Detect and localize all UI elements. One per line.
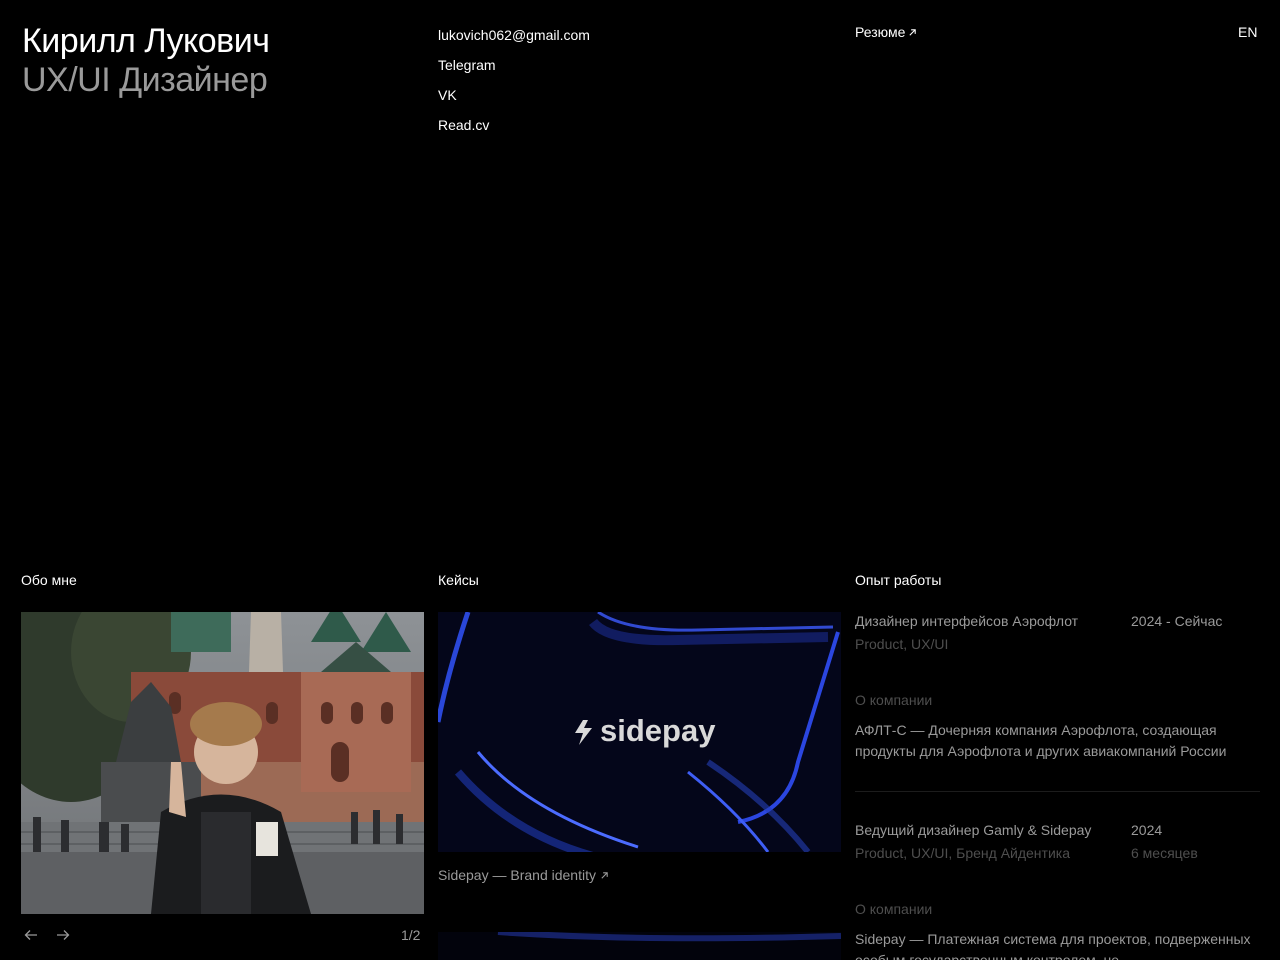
company-about-label: О компании (855, 692, 933, 708)
gallery-prev-button[interactable] (21, 925, 41, 945)
case-caption: Sidepay — Brand identity (438, 867, 596, 883)
portfolio-page: Кирилл Лукович UX/UI Дизайнер lukovich06… (0, 0, 1280, 960)
company-about-text: Sidepay — Платежная система для проектов… (855, 931, 1251, 960)
about-title: Обо мне (21, 572, 77, 588)
resume-link[interactable]: Резюме (855, 24, 917, 40)
vk-link[interactable]: VK (438, 80, 590, 110)
resume-label: Резюме (855, 24, 906, 40)
readcv-link[interactable]: Read.cv (438, 110, 590, 140)
job-period: 2024 (1131, 822, 1163, 838)
arrow-up-right-icon (909, 28, 917, 36)
job-period: 2024 - Сейчас (1131, 613, 1223, 629)
company-about-label: О компании (855, 901, 933, 917)
case-logo-text: sidepay (600, 713, 716, 748)
job-title: Дизайнер интерфейсов Аэрофлот (855, 613, 1079, 629)
case-card-image[interactable]: sidepay (438, 612, 841, 852)
case-card-image-next[interactable] (438, 932, 841, 960)
telegram-link[interactable]: Telegram (438, 50, 590, 80)
job-title: Ведущий дизайнер Gamly & Sidepay (855, 822, 1092, 838)
gallery-next-button[interactable] (53, 925, 73, 945)
author-name: Кирилл Лукович (22, 22, 270, 60)
company-about-text: АФЛТ-С — Дочерняя компания Аэрофлота, со… (855, 722, 1227, 759)
job-tags: Product, UX/UI (855, 636, 949, 652)
divider (855, 791, 1260, 792)
author-role: UX/UI Дизайнер (22, 61, 268, 99)
arrow-left-icon (24, 930, 37, 940)
job-tags: Product, UX/UI, Бренд Айдентика (855, 845, 1070, 861)
case-card-link[interactable]: Sidepay — Brand identity (438, 867, 609, 883)
email-link[interactable]: lukovich062@gmail.com (438, 20, 590, 50)
language-switch[interactable]: EN (1238, 24, 1257, 40)
arrow-up-right-icon (601, 871, 608, 879)
cases-title: Кейсы (438, 572, 479, 588)
arrow-right-icon (57, 930, 70, 940)
job-duration: 6 месяцев (1131, 845, 1198, 861)
contacts-list: lukovich062@gmail.com Telegram VK Read.c… (438, 20, 590, 140)
gallery-counter: 1/2 (401, 927, 421, 943)
experience-title: Опыт работы (855, 572, 942, 588)
profile-photo (21, 612, 424, 914)
